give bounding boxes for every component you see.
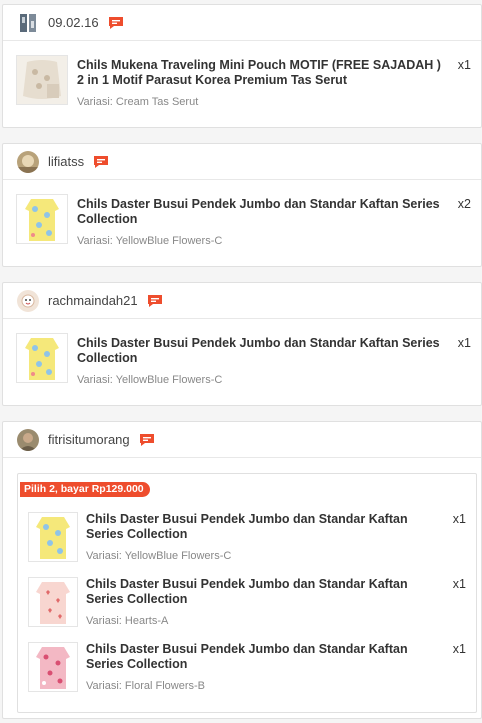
order-header: rachmaindah21	[3, 283, 481, 319]
avatar[interactable]	[17, 289, 39, 312]
quantity: x2	[457, 197, 471, 211]
variant-label: Variasi: Floral Flowers-B	[86, 680, 205, 692]
order-item[interactable]: Chils Daster Busui Pendek Jumbo dan Stan…	[3, 186, 481, 248]
quantity: x1	[457, 336, 471, 350]
avatar[interactable]	[17, 428, 39, 451]
product-name[interactable]: Chils Daster Busui Pendek Jumbo dan Stan…	[86, 642, 448, 672]
product-thumbnail[interactable]	[28, 577, 78, 627]
order-item[interactable]: Chils Mukena Traveling Mini Pouch MOTIF …	[3, 47, 481, 109]
bundle-deal-group: Pilih 2, bayar Rp129.000 Chils Daster Bu…	[17, 473, 477, 713]
buyer-username[interactable]: lifiatss	[48, 154, 84, 169]
buyer-username[interactable]: 09.02.16	[48, 15, 99, 30]
variant-label: Variasi: YellowBlue Flowers-C	[86, 550, 232, 562]
variant-label: Variasi: YellowBlue Flowers-C	[77, 374, 223, 386]
bundle-promo-tag: Pilih 2, bayar Rp129.000	[20, 482, 150, 497]
order-item[interactable]: Chils Daster Busui Pendek Jumbo dan Stan…	[18, 571, 476, 633]
quantity: x1	[452, 642, 466, 656]
product-name[interactable]: Chils Daster Busui Pendek Jumbo dan Stan…	[77, 336, 449, 366]
order-card: rachmaindah21 Chils Daster Busui Pendek …	[2, 282, 482, 406]
quantity: x1	[452, 512, 466, 526]
order-item[interactable]: Chils Daster Busui Pendek Jumbo dan Stan…	[18, 636, 476, 698]
chat-icon[interactable]	[93, 155, 109, 169]
order-card: lifiatss Chils Daster Busui Pendek Jumbo…	[2, 143, 482, 267]
quantity: x1	[452, 577, 466, 591]
buyer-username[interactable]: rachmaindah21	[48, 293, 138, 308]
product-thumbnail[interactable]	[28, 642, 78, 692]
avatar[interactable]	[17, 11, 39, 34]
order-item[interactable]: Chils Daster Busui Pendek Jumbo dan Stan…	[18, 506, 476, 568]
chat-icon[interactable]	[108, 16, 124, 30]
order-item[interactable]: Chils Daster Busui Pendek Jumbo dan Stan…	[3, 325, 481, 387]
variant-label: Variasi: Hearts-A	[86, 615, 169, 627]
product-thumbnail[interactable]	[16, 55, 68, 105]
avatar[interactable]	[17, 150, 39, 173]
product-thumbnail[interactable]	[16, 333, 68, 383]
order-header: 09.02.16	[3, 5, 481, 41]
order-card: 09.02.16 Chils Mukena Traveling Mini Pou…	[2, 4, 482, 128]
order-header: lifiatss	[3, 144, 481, 180]
chat-icon[interactable]	[147, 294, 163, 308]
variant-label: Variasi: YellowBlue Flowers-C	[77, 235, 223, 247]
quantity: x1	[457, 58, 471, 72]
product-name[interactable]: Chils Daster Busui Pendek Jumbo dan Stan…	[86, 577, 448, 607]
chat-icon[interactable]	[139, 433, 155, 447]
product-thumbnail[interactable]	[28, 512, 78, 562]
buyer-username[interactable]: fitrisitumorang	[48, 432, 130, 447]
order-card: fitrisitumorang Pilih 2, bayar Rp129.000…	[2, 421, 482, 719]
product-name[interactable]: Chils Daster Busui Pendek Jumbo dan Stan…	[86, 512, 448, 542]
order-header: fitrisitumorang	[3, 422, 481, 458]
variant-label: Variasi: Cream Tas Serut	[77, 96, 199, 108]
product-name[interactable]: Chils Daster Busui Pendek Jumbo dan Stan…	[77, 197, 449, 227]
product-thumbnail[interactable]	[16, 194, 68, 244]
product-name[interactable]: Chils Mukena Traveling Mini Pouch MOTIF …	[77, 58, 449, 88]
